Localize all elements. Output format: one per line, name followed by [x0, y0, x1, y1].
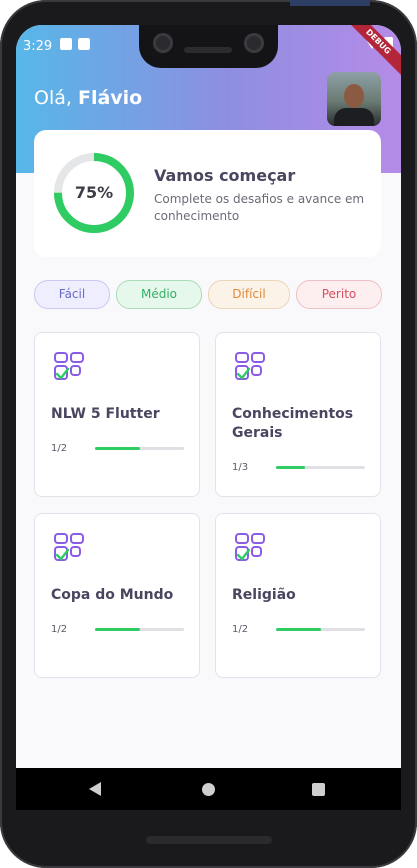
quiz-progress-track — [276, 628, 365, 631]
quiz-title: Conhecimentos Gerais — [232, 406, 354, 441]
avatar[interactable] — [327, 72, 381, 126]
card-subtitle: Complete os desafios e avance em conheci… — [154, 192, 365, 223]
android-nav-bar — [16, 768, 401, 810]
card-title: Vamos começar — [154, 166, 296, 185]
front-camera-icon — [153, 33, 173, 53]
avatar-face — [344, 84, 364, 108]
quiz-title: Copa do Mundo — [51, 587, 174, 603]
bottom-speaker — [146, 836, 272, 844]
top-strip — [290, 0, 370, 6]
level-filters: Fácil Médio Difícil Perito — [34, 280, 382, 309]
progress-percent: 75% — [74, 183, 114, 202]
earpiece — [184, 47, 232, 53]
quiz-progress-fill — [95, 628, 140, 631]
checklist-grid-icon — [54, 352, 84, 380]
quiz-card[interactable]: NLW 5 Flutter 1/2 — [34, 332, 200, 497]
quiz-progress-track — [95, 628, 184, 631]
quiz-card[interactable]: Religião 1/2 — [215, 513, 381, 678]
camera-notch — [139, 25, 278, 68]
quiz-progress-fill — [276, 628, 321, 631]
checklist-grid-icon — [54, 533, 84, 561]
phone-frame: 3:29 DEBUG Olá, Flávio 75% Vamos começar… — [0, 0, 417, 868]
user-name: Flávio — [77, 87, 143, 109]
level-chip-dificil[interactable]: Difícil — [208, 280, 290, 309]
quiz-card[interactable]: Conhecimentos Gerais 1/3 — [215, 332, 381, 497]
recent-square-icon[interactable] — [312, 783, 325, 796]
status-time: 3:29 — [23, 39, 53, 54]
level-chip-perito[interactable]: Perito — [296, 280, 382, 309]
quiz-progress-fill — [95, 447, 140, 450]
quiz-count: 1/2 — [232, 624, 249, 635]
quiz-count: 1/2 — [51, 443, 68, 454]
quiz-title: NLW 5 Flutter — [51, 406, 160, 422]
avatar-shirt — [334, 108, 374, 126]
checklist-grid-icon — [235, 533, 265, 561]
quiz-count: 1/2 — [51, 624, 68, 635]
checklist-grid-icon — [235, 352, 265, 380]
notification-icons — [60, 38, 90, 50]
back-triangle-icon[interactable] — [89, 782, 101, 796]
greeting-prefix: Olá, — [34, 87, 78, 109]
level-chip-medio[interactable]: Médio — [116, 280, 202, 309]
greeting: Olá, Flávio — [34, 87, 142, 109]
level-chip-facil[interactable]: Fácil — [34, 280, 110, 309]
quiz-progress-fill — [276, 466, 306, 469]
quiz-progress-track — [95, 447, 184, 450]
quiz-count: 1/3 — [232, 462, 249, 473]
progress-card: 75% Vamos começar Complete os desafios e… — [34, 130, 381, 257]
quiz-progress-track — [276, 466, 365, 469]
app-screen: 3:29 DEBUG Olá, Flávio 75% Vamos começar… — [16, 25, 401, 770]
notification-app-icon — [60, 38, 72, 50]
quiz-card[interactable]: Copa do Mundo 1/2 — [34, 513, 200, 678]
front-sensor-icon — [244, 33, 264, 53]
home-circle-icon[interactable] — [202, 783, 215, 796]
quiz-title: Religião — [232, 587, 296, 603]
sd-card-icon — [78, 38, 90, 50]
